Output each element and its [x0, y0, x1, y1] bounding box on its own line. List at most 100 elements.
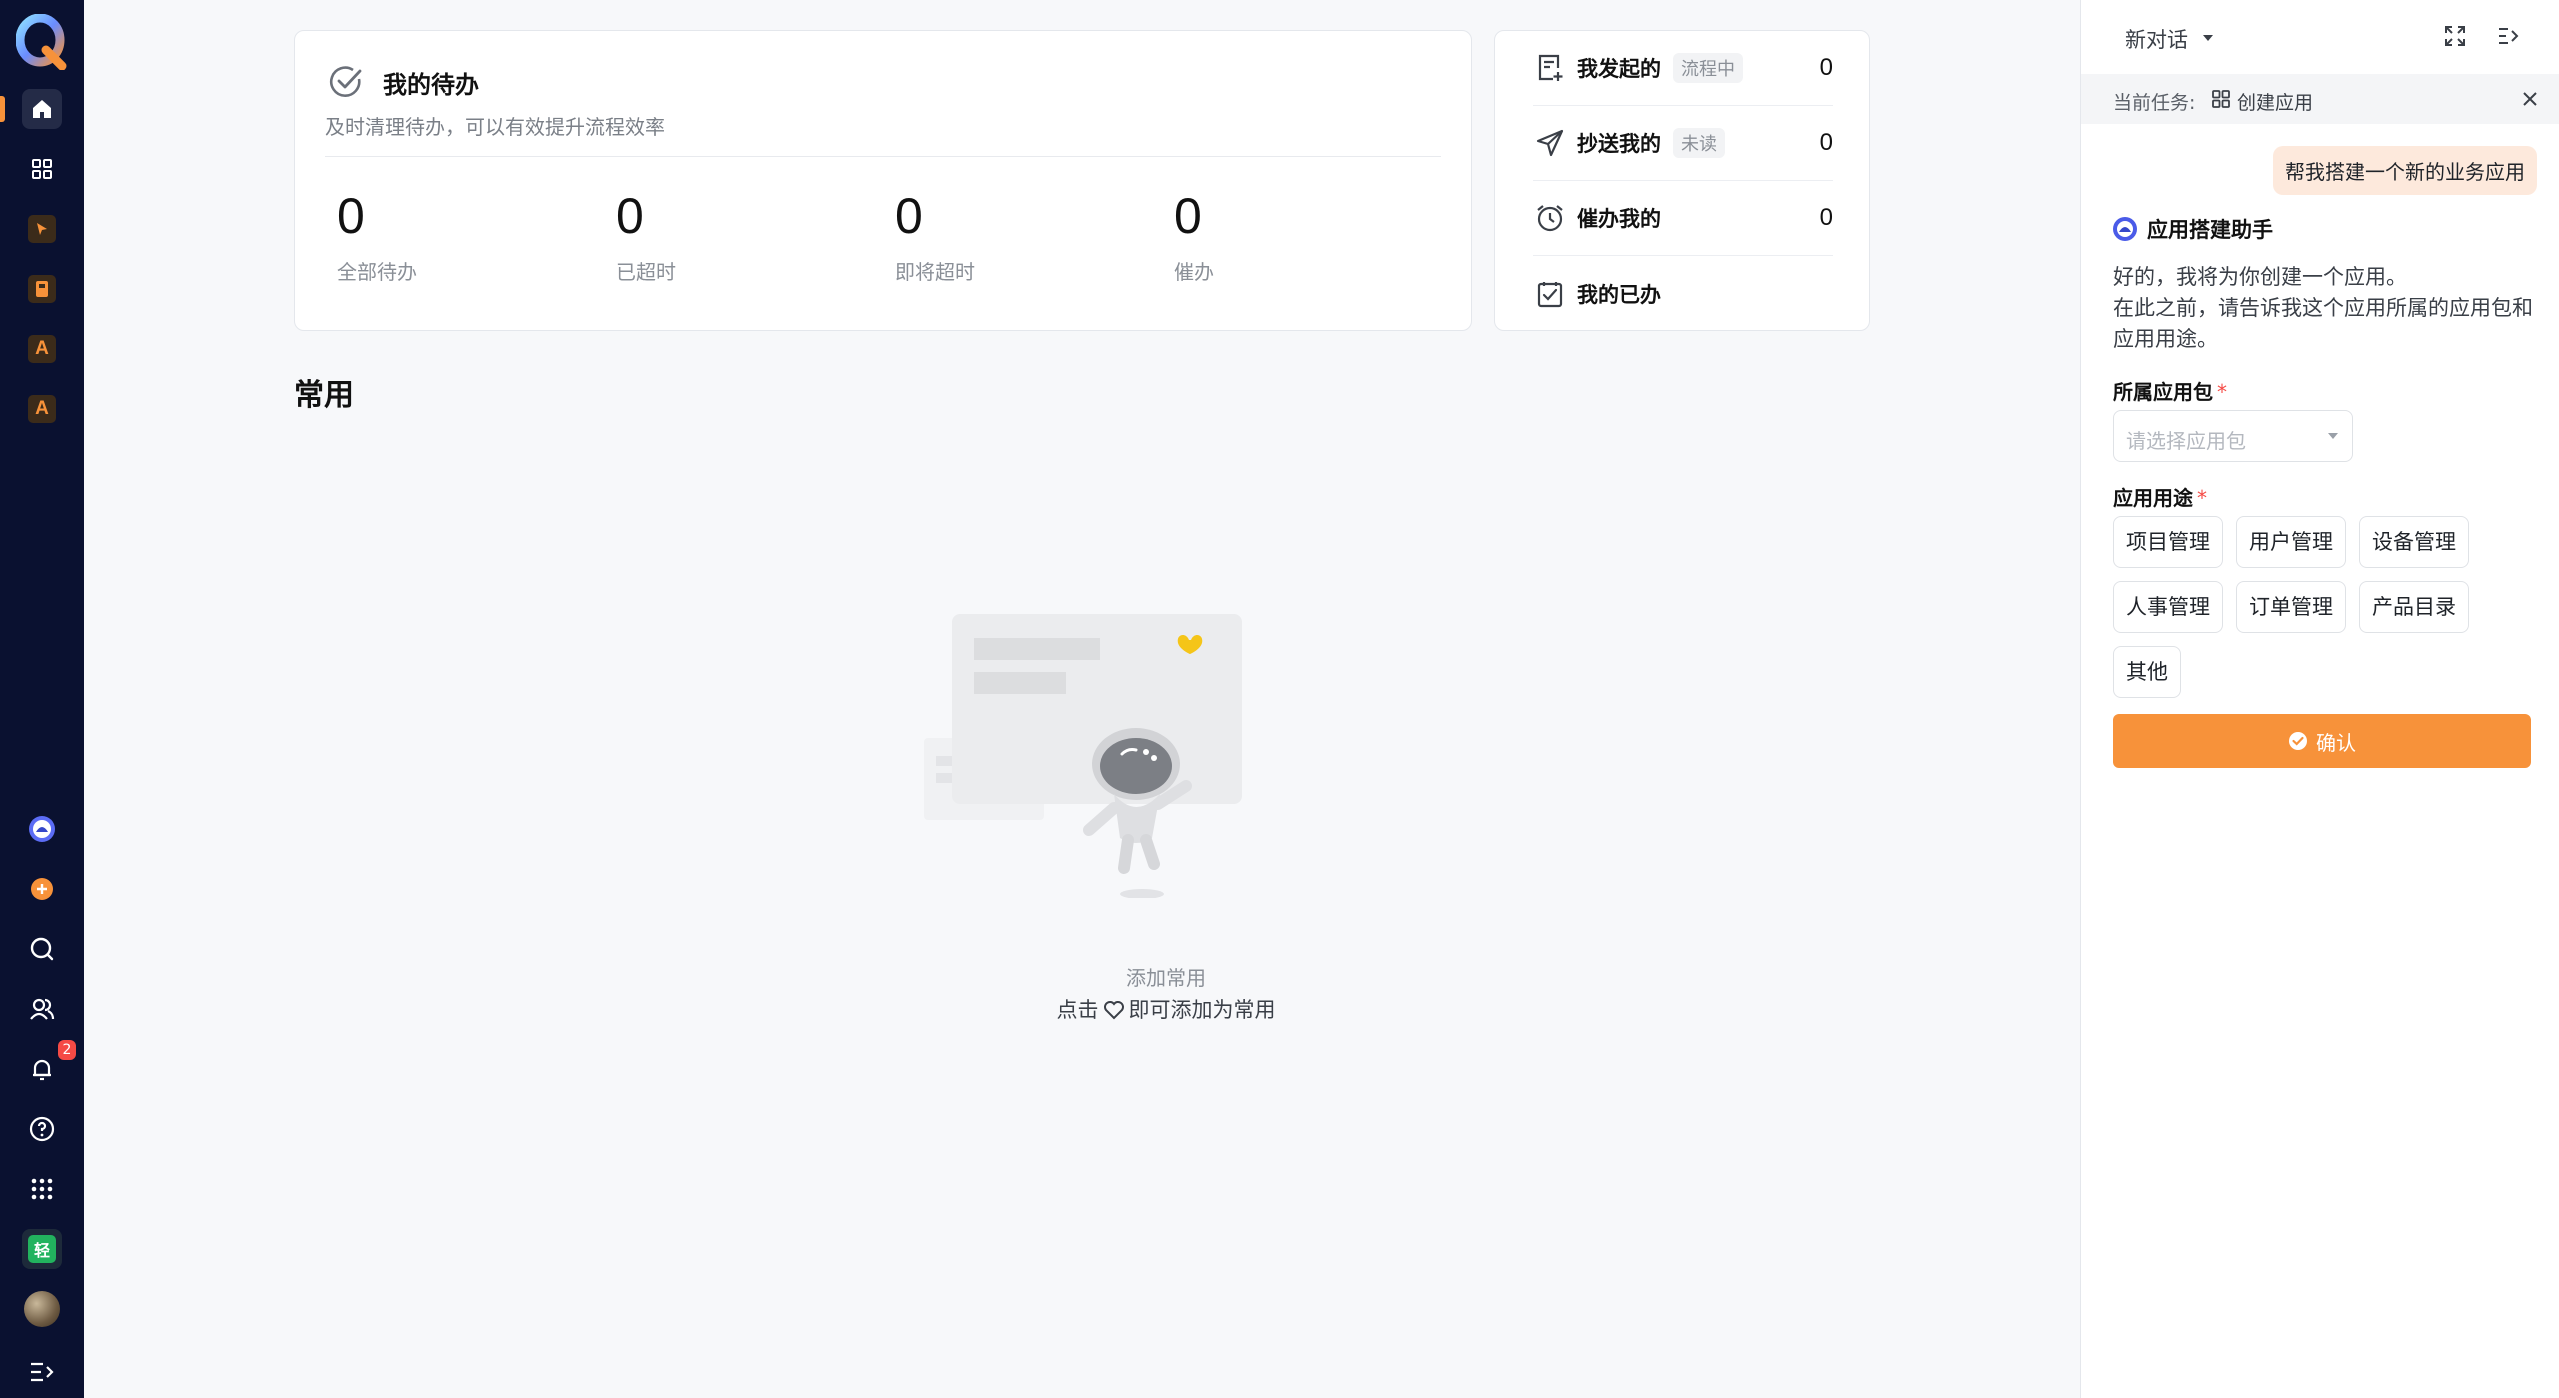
nav-expand[interactable] — [22, 1352, 62, 1392]
qing-app-icon: 轻 — [28, 1235, 56, 1263]
nav-app-a1[interactable]: A — [22, 329, 62, 369]
divider — [325, 156, 1441, 157]
stat-value: 0 — [1174, 188, 1202, 244]
conversation-selector[interactable]: 新对话 — [2125, 24, 2188, 54]
section-title-common: 常用 — [294, 378, 354, 413]
nav-qing-app[interactable]: 轻 — [22, 1229, 62, 1269]
nav-assistant[interactable] — [22, 809, 62, 849]
required-mark: * — [2217, 380, 2227, 404]
book-app-icon — [28, 275, 56, 303]
check-circle-icon — [329, 66, 362, 97]
flow-card: 我发起的 流程中 0 抄送我的 未读 0 催办我的 0 我的已办 — [1494, 30, 1870, 331]
home-icon — [33, 100, 51, 118]
bot-message: 好的，我将为你创建一个应用。 在此之前，请告诉我这个应用所属的应用包和应用用途。 — [2113, 262, 2543, 355]
confirm-label: 确认 — [2316, 730, 2356, 755]
nav-app-book[interactable] — [22, 269, 62, 309]
bot-name: 应用搭建助手 — [2147, 218, 2273, 242]
package-placeholder: 请选择应用包 — [2126, 429, 2246, 453]
flow-count: 0 — [1819, 204, 1833, 231]
stat-label: 即将超时 — [895, 260, 975, 284]
stat-value: 0 — [616, 188, 644, 244]
checkbox-icon — [1533, 277, 1567, 311]
send-icon — [1533, 126, 1567, 160]
left-nav: A A 2 轻 — [0, 0, 84, 1398]
contacts-icon — [30, 998, 55, 1020]
search-icon — [30, 937, 54, 961]
close-icon[interactable] — [2521, 90, 2539, 108]
todo-card: 我的待办 及时清理待办，可以有效提升流程效率 0 全部待办 0 已超时 0 即将… — [294, 30, 1472, 331]
bot-header: 应用搭建助手 — [2113, 214, 2273, 244]
flow-label: 催办我的 — [1577, 207, 1661, 231]
main-content: 我的待办 及时清理待办，可以有效提升流程效率 0 全部待办 0 已超时 0 即将… — [84, 0, 2080, 1398]
collapse-panel-icon[interactable] — [2497, 24, 2521, 48]
flow-label: 我发起的 — [1577, 57, 1661, 81]
flow-row-done[interactable]: 我的已办 — [1533, 256, 1833, 331]
package-select[interactable]: 请选择应用包 — [2113, 410, 2353, 462]
required-mark: * — [2197, 486, 2207, 510]
empty-state-illustration — [924, 614, 1242, 898]
heart-icon — [1103, 1001, 1124, 1020]
purpose-chip[interactable]: 设备管理 — [2359, 516, 2469, 568]
caret-down-icon[interactable] — [2201, 32, 2215, 44]
todo-title: 我的待办 — [383, 71, 479, 99]
alarm-clock-icon — [1533, 201, 1567, 235]
nav-profile[interactable] — [22, 1289, 62, 1329]
nav-help[interactable] — [22, 1109, 62, 1149]
stat-all-todo[interactable]: 0 全部待办 — [337, 186, 417, 285]
purpose-chip[interactable]: 其他 — [2113, 646, 2181, 698]
flow-row-urged[interactable]: 催办我的 0 — [1533, 181, 1833, 256]
check-circle-icon — [2289, 732, 2307, 750]
nav-apps[interactable] — [22, 149, 62, 189]
stat-overdue[interactable]: 0 已超时 — [616, 186, 676, 285]
stat-urged[interactable]: 0 催办 — [1174, 186, 1214, 285]
nav-notifications[interactable] — [22, 1049, 62, 1089]
notification-badge: 2 — [58, 1040, 76, 1060]
bot-message-line: 在此之前，请告诉我这个应用所属的应用包和应用用途。 — [2113, 296, 2533, 351]
apps-dots-icon — [31, 1178, 53, 1200]
confirm-button[interactable]: 确认 — [2113, 714, 2531, 768]
empty-desc-text: 点击 — [1056, 998, 1099, 1022]
purpose-field-label: 应用用途 * — [2113, 482, 2207, 511]
purpose-chip[interactable]: 项目管理 — [2113, 516, 2223, 568]
help-icon — [29, 1116, 55, 1142]
stat-label: 催办 — [1174, 260, 1214, 284]
nav-home[interactable] — [22, 89, 62, 129]
stat-label: 全部待办 — [337, 260, 417, 284]
add-icon — [31, 878, 53, 900]
avatar — [24, 1291, 60, 1327]
current-task-label: 当前任务: — [2113, 92, 2196, 114]
flow-tag: 流程中 — [1673, 53, 1743, 83]
stat-due-soon[interactable]: 0 即将超时 — [895, 186, 975, 285]
nav-app-a2[interactable]: A — [22, 389, 62, 429]
nav-app-cursor[interactable] — [22, 209, 62, 249]
flow-row-cc[interactable]: 抄送我的 未读 0 — [1533, 106, 1833, 181]
nav-add[interactable] — [22, 869, 62, 909]
purpose-chip[interactable]: 用户管理 — [2236, 516, 2346, 568]
empty-title: 添加常用 — [1126, 966, 1206, 990]
current-task-value: 创建应用 — [2237, 92, 2314, 114]
flow-label: 抄送我的 — [1577, 132, 1661, 156]
assistant-icon — [2113, 217, 2137, 241]
purpose-chip[interactable]: 人事管理 — [2113, 581, 2223, 633]
app-logo[interactable] — [15, 13, 68, 71]
todo-subtitle: 及时清理待办，可以有效提升流程效率 — [325, 115, 665, 139]
purpose-chip[interactable]: 产品目录 — [2359, 581, 2469, 633]
nav-search[interactable] — [22, 929, 62, 969]
assistant-panel: 新对话 当前任务: 创建应用 帮我搭建一个新的业务应用 应用搭建助手 好的，我将… — [2080, 0, 2559, 1398]
nav-more-apps[interactable] — [22, 1169, 62, 1209]
doc-add-icon — [1533, 51, 1567, 85]
active-indicator — [0, 96, 5, 122]
package-field-label: 所属应用包 * — [2113, 376, 2227, 405]
user-message: 帮我搭建一个新的业务应用 — [2273, 146, 2537, 195]
purpose-chip[interactable]: 订单管理 — [2236, 581, 2346, 633]
empty-desc-text: 即可添加为常用 — [1128, 998, 1276, 1022]
flow-count: 0 — [1819, 54, 1833, 81]
flow-count: 0 — [1819, 129, 1833, 156]
stat-value: 0 — [895, 188, 923, 244]
apps-grid-icon — [2212, 90, 2230, 108]
fullscreen-icon[interactable] — [2443, 24, 2467, 48]
purpose-label-text: 应用用途 — [2113, 486, 2193, 510]
flow-row-initiated[interactable]: 我发起的 流程中 0 — [1533, 31, 1833, 106]
app-a-icon: A — [28, 335, 56, 363]
nav-contacts[interactable] — [22, 989, 62, 1029]
